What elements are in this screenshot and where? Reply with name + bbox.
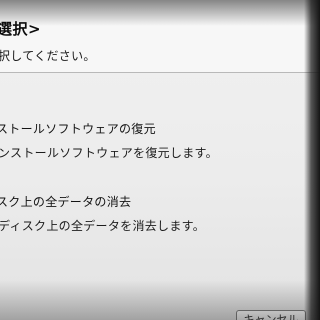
option-restore-software[interactable]: ストールソフトウェアの復元 ンストールソフトウェアを復元します。 [0,112,320,162]
option-erase-disk-description: ディスク上の全データを消去します。 [0,219,206,233]
cancel-button[interactable]: キャンセル [236,310,306,320]
dialog-title: 選択> [0,20,42,38]
dialog-header: 選択> 択してください。 [0,0,320,73]
screen: 選択> 択してください。 ストールソフトウェアの復元 ンストールソフトウェアを復… [0,0,320,320]
option-restore-software-label[interactable]: ストールソフトウェアの復元 [0,120,156,137]
option-erase-disk[interactable]: スク上の全データの消去 ディスク上の全データを消去します。 [0,187,320,237]
option-erase-disk-label[interactable]: スク上の全データの消去 [0,193,131,210]
option-restore-software-description: ンストールソフトウェアを復元します。 [0,146,218,160]
dialog-instruction: 択してください。 [0,49,96,63]
